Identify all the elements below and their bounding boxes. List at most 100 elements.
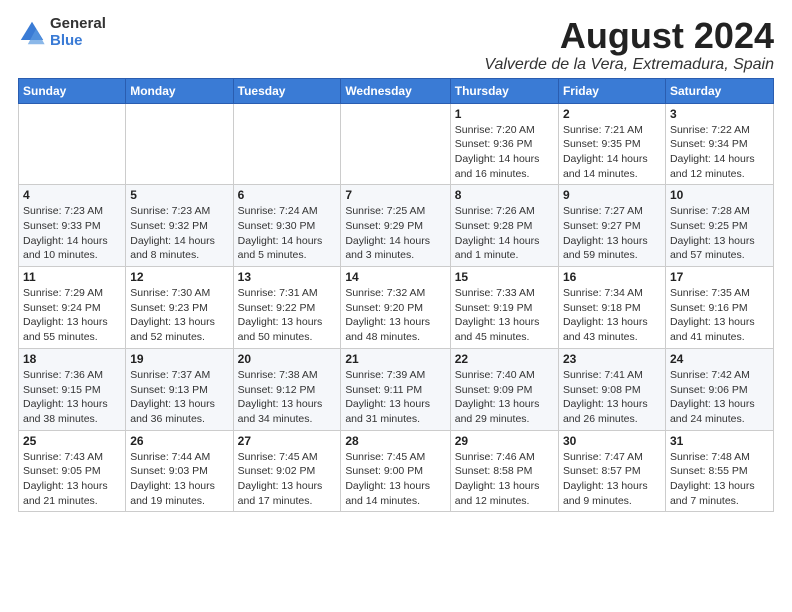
header-row: Sunday Monday Tuesday Wednesday Thursday… [19, 78, 774, 103]
cell-w4-d5: 23Sunrise: 7:41 AM Sunset: 9:08 PM Dayli… [558, 348, 665, 430]
week-row-1: 1 Sunrise: 7:20 AM Sunset: 9:36 PM Daylig… [19, 103, 774, 185]
cell-w4-d4: 22 Sunrise: 7:40 AM Sunset: 9:09 PM Dayli… [450, 348, 558, 430]
page: General Blue August 2024 Valverde de la … [0, 0, 792, 522]
day-number: 17 [670, 270, 769, 284]
day-info: Sunrise: 7:37 AM Sunset: 9:13 PM Dayligh… [130, 368, 228, 427]
logo: General Blue [18, 16, 106, 49]
header-sunday: Sunday [19, 78, 126, 103]
cell-w2-d5: 9 Sunrise: 7:27 AM Sunset: 9:27 PM Daylig… [558, 185, 665, 267]
main-title: August 2024 [484, 16, 774, 56]
week-row-3: 11Sunrise: 7:29 AM Sunset: 9:24 PM Dayli… [19, 267, 774, 349]
cell-w1-d3 [341, 103, 450, 185]
day-number: 25 [23, 434, 121, 448]
day-number: 24 [670, 352, 769, 366]
day-info: Sunrise: 7:42 AM Sunset: 9:06 PM Dayligh… [670, 368, 769, 427]
cell-w4-d0: 18 Sunrise: 7:36 AM Sunset: 9:15 PM Dayli… [19, 348, 126, 430]
day-number: 30 [563, 434, 661, 448]
cell-w3-d2: 13 Sunrise: 7:31 AM Sunset: 9:22 PM Dayli… [233, 267, 341, 349]
day-number: 2 [563, 107, 661, 121]
day-number: 1 [455, 107, 554, 121]
day-info: Sunrise: 7:34 AM Sunset: 9:18 PM Dayligh… [563, 286, 661, 345]
logo-icon [18, 19, 46, 47]
day-info: Sunrise: 7:36 AM Sunset: 9:15 PM Dayligh… [23, 368, 121, 427]
day-number: 18 [23, 352, 121, 366]
day-number: 3 [670, 107, 769, 121]
day-number: 9 [563, 188, 661, 202]
cell-w5-d1: 26Sunrise: 7:44 AM Sunset: 9:03 PM Dayli… [126, 430, 233, 512]
day-info: Sunrise: 7:30 AM Sunset: 9:23 PM Dayligh… [130, 286, 228, 345]
cell-w1-d0 [19, 103, 126, 185]
day-number: 31 [670, 434, 769, 448]
day-info: Sunrise: 7:23 AM Sunset: 9:33 PM Dayligh… [23, 204, 121, 263]
calendar-table: Sunday Monday Tuesday Wednesday Thursday… [18, 78, 774, 513]
day-info: Sunrise: 7:43 AM Sunset: 9:05 PM Dayligh… [23, 450, 121, 509]
calendar-body: 1 Sunrise: 7:20 AM Sunset: 9:36 PM Daylig… [19, 103, 774, 512]
day-info: Sunrise: 7:41 AM Sunset: 9:08 PM Dayligh… [563, 368, 661, 427]
day-number: 10 [670, 188, 769, 202]
cell-w2-d4: 8 Sunrise: 7:26 AM Sunset: 9:28 PM Daylig… [450, 185, 558, 267]
day-number: 20 [238, 352, 337, 366]
day-info: Sunrise: 7:33 AM Sunset: 9:19 PM Dayligh… [455, 286, 554, 345]
day-number: 26 [130, 434, 228, 448]
calendar-header: Sunday Monday Tuesday Wednesday Thursday… [19, 78, 774, 103]
cell-w3-d3: 14 Sunrise: 7:32 AM Sunset: 9:20 PM Dayli… [341, 267, 450, 349]
cell-w1-d6: 3Sunrise: 7:22 AM Sunset: 9:34 PM Daylig… [665, 103, 773, 185]
day-info: Sunrise: 7:23 AM Sunset: 9:32 PM Dayligh… [130, 204, 228, 263]
cell-w2-d1: 5 Sunrise: 7:23 AM Sunset: 9:32 PM Daylig… [126, 185, 233, 267]
cell-w5-d6: 31 Sunrise: 7:48 AM Sunset: 8:55 PM Dayli… [665, 430, 773, 512]
cell-w1-d1 [126, 103, 233, 185]
day-number: 22 [455, 352, 554, 366]
cell-w3-d0: 11Sunrise: 7:29 AM Sunset: 9:24 PM Dayli… [19, 267, 126, 349]
header: General Blue August 2024 Valverde de la … [18, 16, 774, 74]
subtitle: Valverde de la Vera, Extremadura, Spain [484, 56, 774, 74]
day-info: Sunrise: 7:46 AM Sunset: 8:58 PM Dayligh… [455, 450, 554, 509]
day-number: 11 [23, 270, 121, 284]
day-info: Sunrise: 7:45 AM Sunset: 9:00 PM Dayligh… [345, 450, 445, 509]
cell-w2-d2: 6 Sunrise: 7:24 AM Sunset: 9:30 PM Daylig… [233, 185, 341, 267]
cell-w4-d6: 24 Sunrise: 7:42 AM Sunset: 9:06 PM Dayli… [665, 348, 773, 430]
day-info: Sunrise: 7:45 AM Sunset: 9:02 PM Dayligh… [238, 450, 337, 509]
day-number: 8 [455, 188, 554, 202]
day-info: Sunrise: 7:32 AM Sunset: 9:20 PM Dayligh… [345, 286, 445, 345]
day-info: Sunrise: 7:31 AM Sunset: 9:22 PM Dayligh… [238, 286, 337, 345]
day-info: Sunrise: 7:21 AM Sunset: 9:35 PM Dayligh… [563, 123, 661, 182]
cell-w2-d0: 4 Sunrise: 7:23 AM Sunset: 9:33 PM Daylig… [19, 185, 126, 267]
day-number: 21 [345, 352, 445, 366]
day-info: Sunrise: 7:40 AM Sunset: 9:09 PM Dayligh… [455, 368, 554, 427]
day-info: Sunrise: 7:27 AM Sunset: 9:27 PM Dayligh… [563, 204, 661, 263]
day-number: 27 [238, 434, 337, 448]
day-number: 6 [238, 188, 337, 202]
cell-w2-d3: 7Sunrise: 7:25 AM Sunset: 9:29 PM Daylig… [341, 185, 450, 267]
day-number: 5 [130, 188, 228, 202]
day-number: 14 [345, 270, 445, 284]
day-number: 13 [238, 270, 337, 284]
day-info: Sunrise: 7:35 AM Sunset: 9:16 PM Dayligh… [670, 286, 769, 345]
day-number: 4 [23, 188, 121, 202]
title-block: August 2024 Valverde de la Vera, Extrema… [484, 16, 774, 74]
cell-w5-d4: 29Sunrise: 7:46 AM Sunset: 8:58 PM Dayli… [450, 430, 558, 512]
logo-general: General [50, 16, 106, 33]
day-info: Sunrise: 7:26 AM Sunset: 9:28 PM Dayligh… [455, 204, 554, 263]
day-info: Sunrise: 7:47 AM Sunset: 8:57 PM Dayligh… [563, 450, 661, 509]
day-number: 16 [563, 270, 661, 284]
day-number: 7 [345, 188, 445, 202]
header-saturday: Saturday [665, 78, 773, 103]
header-thursday: Thursday [450, 78, 558, 103]
header-tuesday: Tuesday [233, 78, 341, 103]
cell-w3-d6: 17 Sunrise: 7:35 AM Sunset: 9:16 PM Dayli… [665, 267, 773, 349]
day-number: 28 [345, 434, 445, 448]
cell-w1-d4: 1 Sunrise: 7:20 AM Sunset: 9:36 PM Daylig… [450, 103, 558, 185]
day-number: 12 [130, 270, 228, 284]
cell-w2-d6: 10Sunrise: 7:28 AM Sunset: 9:25 PM Dayli… [665, 185, 773, 267]
cell-w1-d5: 2 Sunrise: 7:21 AM Sunset: 9:35 PM Daylig… [558, 103, 665, 185]
week-row-5: 25 Sunrise: 7:43 AM Sunset: 9:05 PM Dayli… [19, 430, 774, 512]
cell-w3-d1: 12 Sunrise: 7:30 AM Sunset: 9:23 PM Dayli… [126, 267, 233, 349]
day-info: Sunrise: 7:24 AM Sunset: 9:30 PM Dayligh… [238, 204, 337, 263]
day-info: Sunrise: 7:48 AM Sunset: 8:55 PM Dayligh… [670, 450, 769, 509]
header-friday: Friday [558, 78, 665, 103]
day-info: Sunrise: 7:20 AM Sunset: 9:36 PM Dayligh… [455, 123, 554, 182]
week-row-2: 4 Sunrise: 7:23 AM Sunset: 9:33 PM Daylig… [19, 185, 774, 267]
header-wednesday: Wednesday [341, 78, 450, 103]
cell-w4-d3: 21Sunrise: 7:39 AM Sunset: 9:11 PM Dayli… [341, 348, 450, 430]
cell-w3-d5: 16 Sunrise: 7:34 AM Sunset: 9:18 PM Dayli… [558, 267, 665, 349]
